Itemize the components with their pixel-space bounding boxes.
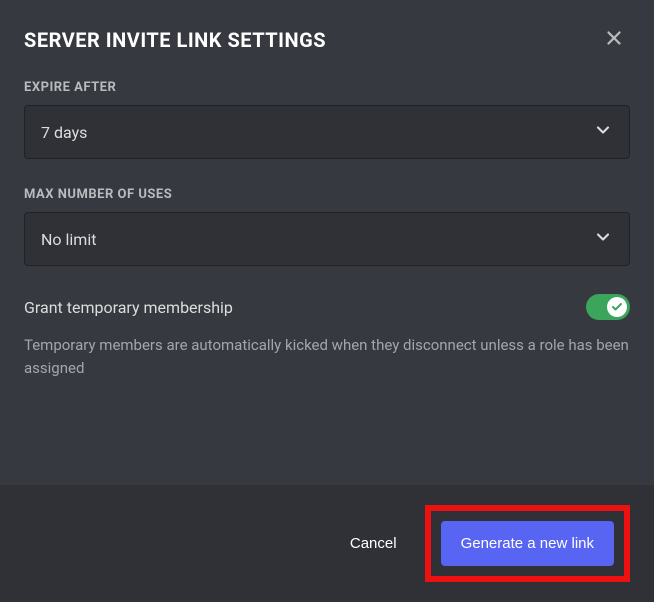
generate-link-button[interactable]: Generate a new link [441, 521, 614, 566]
close-button[interactable] [598, 24, 630, 56]
expire-after-field: EXPIRE AFTER 7 days [24, 80, 630, 159]
expire-after-select[interactable]: 7 days [24, 105, 630, 159]
modal-footer: Cancel Generate a new link [0, 485, 654, 602]
temp-membership-helper: Temporary members are automatically kick… [24, 334, 630, 379]
toggle-knob [607, 297, 627, 317]
check-icon [611, 298, 623, 317]
expire-after-value: 7 days [41, 123, 87, 142]
modal-body: EXPIRE AFTER 7 days MAX NUMBER OF USES N… [0, 56, 654, 485]
chevron-down-icon [593, 227, 613, 251]
max-uses-value: No limit [41, 230, 96, 249]
close-icon [603, 24, 625, 56]
cancel-button[interactable]: Cancel [342, 525, 405, 562]
modal-title: SERVER INVITE LINK SETTINGS [24, 28, 326, 52]
temp-membership-field: Grant temporary membership Temporary mem… [24, 294, 630, 379]
temp-membership-toggle[interactable] [586, 294, 630, 320]
temp-membership-row: Grant temporary membership [24, 294, 630, 320]
chevron-down-icon [593, 120, 613, 144]
invite-settings-modal: SERVER INVITE LINK SETTINGS EXPIRE AFTER… [0, 0, 654, 602]
max-uses-label: MAX NUMBER OF USES [24, 187, 630, 202]
temp-membership-label: Grant temporary membership [24, 298, 233, 317]
max-uses-field: MAX NUMBER OF USES No limit [24, 187, 630, 266]
expire-after-label: EXPIRE AFTER [24, 80, 630, 95]
modal-header: SERVER INVITE LINK SETTINGS [0, 0, 654, 56]
max-uses-select[interactable]: No limit [24, 212, 630, 266]
highlight-box: Generate a new link [425, 505, 630, 582]
